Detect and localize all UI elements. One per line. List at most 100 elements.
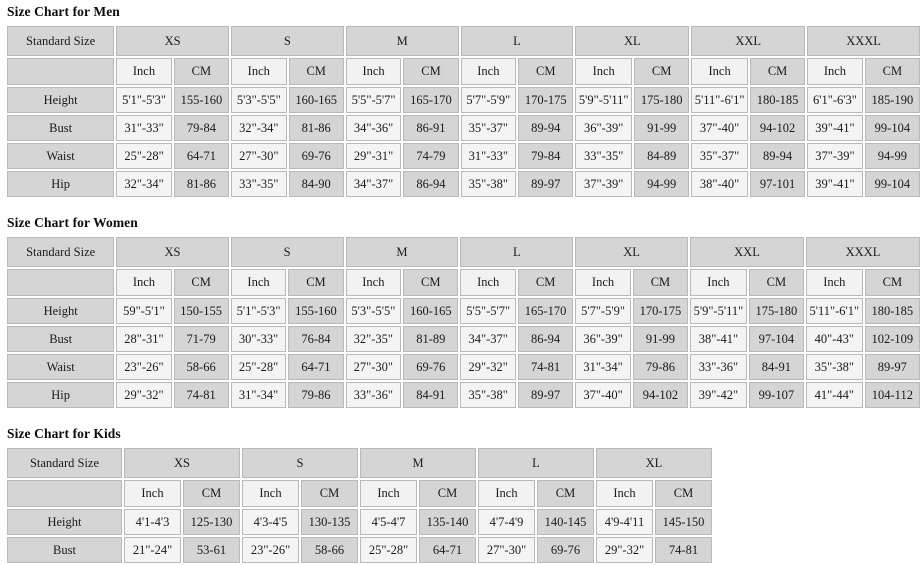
cell-height-xxxl-inch: 6'1"-6'3" xyxy=(807,87,863,113)
cell-hip-xxl-cm: 99-107 xyxy=(748,382,804,408)
size-header-xl: XL xyxy=(575,237,689,267)
cell-waist-xl-cm: 79-86 xyxy=(632,354,689,380)
cell-height-s-cm: 160-165 xyxy=(288,87,344,113)
cell-bust-xl-inch: 36"-39" xyxy=(575,115,633,141)
standard-size-header: Standard Size xyxy=(7,448,122,478)
row-label-hip: Hip xyxy=(7,382,115,408)
cell-hip-xxl-inch: 38"-40" xyxy=(691,171,748,197)
cell-bust-s-inch: 32"-34" xyxy=(230,115,287,141)
cell-height-l-inch: 5'5"-5'7" xyxy=(460,298,516,324)
unit-header-l-inch: Inch xyxy=(460,58,517,85)
cell-waist-xxl-cm: 84-91 xyxy=(748,354,804,380)
unit-header-l-inch: Inch xyxy=(460,269,516,296)
unit-header-xxl-cm: CM xyxy=(748,269,804,296)
unit-header-xs-cm: CM xyxy=(173,58,229,85)
cell-hip-l-inch: 35"-38" xyxy=(460,382,516,408)
cell-height-xs-inch: 59"-5'1" xyxy=(116,298,172,324)
cell-height-m-cm: 135-140 xyxy=(419,509,476,535)
row-label-waist: Waist xyxy=(7,354,115,380)
size-header-l: L xyxy=(478,448,594,478)
row-label-bust: Bust xyxy=(7,537,122,563)
chart-title-kids: Size Chart for Kids xyxy=(7,426,121,441)
cell-bust-xxl-cm: 97-104 xyxy=(748,326,804,352)
cell-hip-xs-inch: 32"-34" xyxy=(116,171,172,197)
cell-waist-xxl-inch: 35"-37" xyxy=(691,143,748,169)
size-header-xxxl: XXXL xyxy=(807,26,920,56)
cell-hip-xl-cm: 94-99 xyxy=(634,171,690,197)
cell-height-xl-inch: 5'9"-5'11" xyxy=(575,87,633,113)
cell-height-s-inch: 5'3"-5'5" xyxy=(230,87,287,113)
unit-header-xl-inch: Inch xyxy=(575,58,633,85)
cell-hip-s-cm: 79-86 xyxy=(288,382,344,408)
unit-header-m-inch: Inch xyxy=(360,480,417,507)
unit-header-xl-inch: Inch xyxy=(575,269,631,296)
cell-bust-l-inch: 27"-30" xyxy=(478,537,535,563)
cell-bust-xxxl-cm: 102-109 xyxy=(864,326,920,352)
cell-hip-xl-inch: 37"-40" xyxy=(575,382,631,408)
unit-header-xs-cm: CM xyxy=(183,480,240,507)
unit-header-s-cm: CM xyxy=(288,269,344,296)
cell-bust-xxxl-cm: 99-104 xyxy=(864,115,920,141)
cell-bust-xs-inch: 31"-33" xyxy=(116,115,172,141)
cell-bust-xl-inch: 29"-32" xyxy=(596,537,653,563)
chart-block-kids: Size Chart for Kids Standard Size XS S M L XL I… xyxy=(5,426,922,565)
cell-waist-xxl-inch: 33"-36" xyxy=(690,354,747,380)
cell-height-m-cm: 160-165 xyxy=(403,298,459,324)
chart-block-men: Size Chart for Men Standard Size XS S M L XL XX… xyxy=(5,4,922,199)
unit-header-xs-inch: Inch xyxy=(124,480,181,507)
unit-header-row: Inch CM Inch CM Inch CM Inch CM Inch CM Inch CM Inch… xyxy=(7,269,920,296)
cell-bust-l-cm: 86-94 xyxy=(518,326,574,352)
cell-bust-m-inch: 34"-36" xyxy=(345,115,402,141)
cell-height-xs-cm: 155-160 xyxy=(173,87,229,113)
cell-height-xxl-inch: 5'11"-6'1" xyxy=(691,87,748,113)
cell-bust-xl-cm: 74-81 xyxy=(655,537,712,563)
cell-height-m-cm: 165-170 xyxy=(403,87,459,113)
cell-waist-m-cm: 69-76 xyxy=(403,354,459,380)
cell-height-xxxl-inch: 5'11"-6'1" xyxy=(805,298,863,324)
size-header-row: Standard Size XS S M L XL XXL XXXL xyxy=(7,26,920,56)
size-table-women: Standard Size XS S M L XL XXL XXXL Inch CM Inch CM I… xyxy=(5,235,922,410)
cell-height-xs-cm: 150-155 xyxy=(173,298,229,324)
row-label-waist: Waist xyxy=(7,143,115,169)
size-header-xl: XL xyxy=(575,26,690,56)
cell-bust-xxl-inch: 38"-41" xyxy=(690,326,747,352)
unit-header-xxxl-cm: CM xyxy=(864,269,920,296)
cell-bust-xxxl-inch: 39"-41" xyxy=(807,115,863,141)
unit-header-xxl-inch: Inch xyxy=(690,269,747,296)
cell-hip-xxl-inch: 39"-42" xyxy=(690,382,747,408)
cell-height-l-inch: 5'7"-5'9" xyxy=(460,87,517,113)
cell-waist-xl-inch: 31"-34" xyxy=(575,354,631,380)
cell-waist-l-cm: 79-84 xyxy=(518,143,574,169)
size-header-m: M xyxy=(345,26,459,56)
cell-bust-m-inch: 32"-35" xyxy=(345,326,402,352)
cell-waist-s-cm: 64-71 xyxy=(288,354,344,380)
size-header-xxxl: XXXL xyxy=(805,237,920,267)
size-header-s: S xyxy=(230,237,344,267)
size-header-row: Standard Size XS S M L XL xyxy=(7,448,712,478)
row-label-hip: Hip xyxy=(7,171,115,197)
unit-header-m-cm: CM xyxy=(403,58,459,85)
size-header-xxl: XXL xyxy=(690,237,804,267)
cell-waist-xs-inch: 25"-28" xyxy=(116,143,172,169)
cell-height-s-inch: 5'1"-5'3" xyxy=(230,298,287,324)
table-row: Bust 31"-33" 79-84 32"-34" 81-86 34"-36" 86-91… xyxy=(7,115,920,141)
unit-header-xxxl-inch: Inch xyxy=(805,269,863,296)
cell-waist-xxxl-inch: 35"-38" xyxy=(805,354,863,380)
cell-bust-xs-cm: 71-79 xyxy=(173,326,229,352)
cell-hip-xxl-cm: 97-101 xyxy=(749,171,806,197)
cell-bust-l-cm: 89-94 xyxy=(518,115,574,141)
cell-waist-xs-cm: 58-66 xyxy=(173,354,229,380)
cell-hip-xl-cm: 94-102 xyxy=(632,382,689,408)
cell-height-s-inch: 4'3-4'5 xyxy=(242,509,299,535)
cell-bust-m-cm: 86-91 xyxy=(403,115,459,141)
cell-height-l-cm: 140-145 xyxy=(537,509,594,535)
cell-hip-l-cm: 89-97 xyxy=(518,382,574,408)
row-label-bust: Bust xyxy=(7,326,115,352)
size-header-l: L xyxy=(460,237,574,267)
table-row: Waist 25"-28" 64-71 27"-30" 69-76 29"-31" 74-7… xyxy=(7,143,920,169)
cell-bust-m-inch: 25"-28" xyxy=(360,537,417,563)
size-header-s: S xyxy=(242,448,358,478)
cell-height-s-cm: 155-160 xyxy=(288,298,344,324)
cell-hip-m-cm: 86-94 xyxy=(403,171,459,197)
size-header-m: M xyxy=(360,448,476,478)
